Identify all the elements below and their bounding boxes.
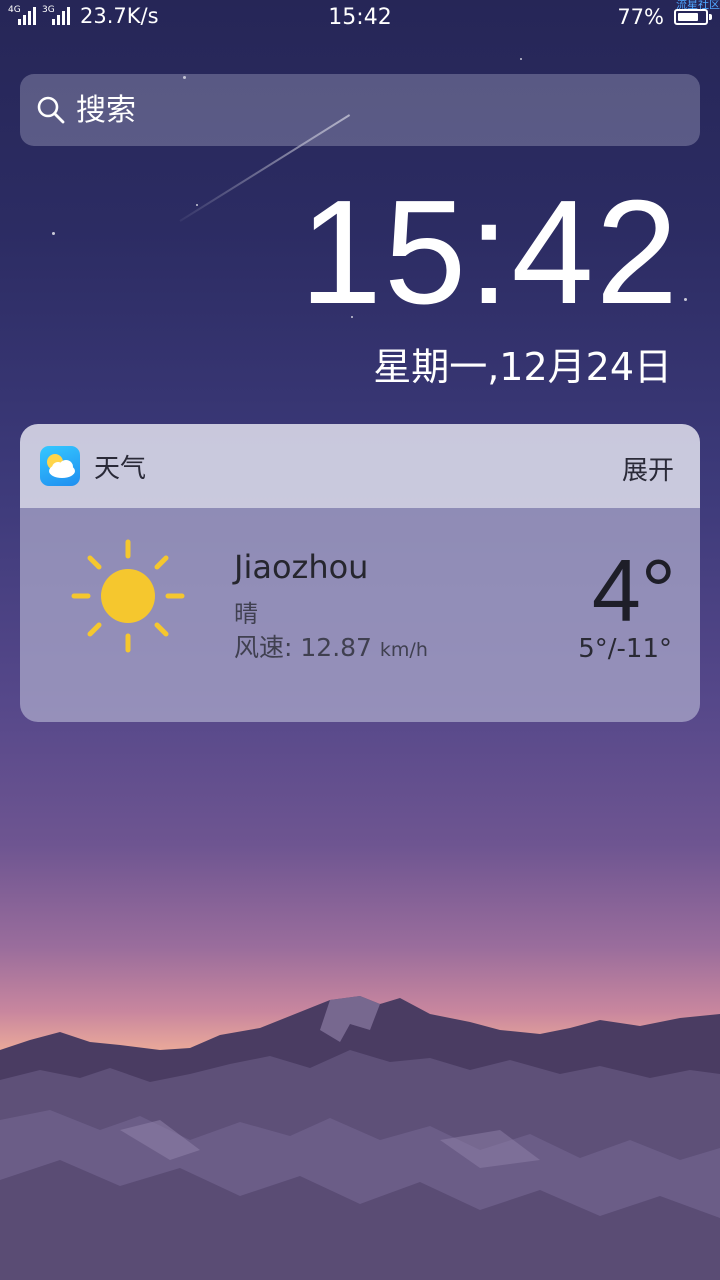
clock-date: 星期一,12月24日 [373, 345, 672, 389]
search-icon [37, 96, 65, 124]
wind-value: 12.87 [300, 633, 372, 662]
star [520, 58, 522, 60]
watermark: 流星社区 [676, 0, 720, 11]
search-input[interactable] [76, 92, 636, 128]
weather-widget[interactable]: 天气 展开 Jiaozhou 晴 风速: 12.87 km/h 4° 5°/-1… [20, 424, 700, 722]
weather-condition: 晴 [234, 600, 258, 628]
clock-time: 15:42 [299, 170, 680, 335]
weather-widget-body: Jiaozhou 晴 风速: 12.87 km/h 4° 5°/-11° [20, 508, 700, 722]
weather-city: Jiaozhou [234, 548, 369, 586]
weather-temperature: 4° [591, 541, 676, 640]
search-bar[interactable] [20, 74, 700, 146]
wind-unit: km/h [379, 639, 428, 661]
battery-percent: 77% [617, 5, 664, 29]
status-bar: 4G 3G 23.7K/s 15:42 77% 流星社区 [0, 0, 720, 38]
mountain-wallpaper [0, 996, 720, 1280]
star [52, 232, 55, 235]
wind-label: 风速: [234, 633, 293, 662]
star [684, 298, 687, 301]
star [196, 204, 198, 206]
sunny-icon [71, 539, 185, 653]
weather-wind: 风速: 12.87 km/h [234, 628, 428, 664]
expand-button[interactable]: 展开 [622, 450, 674, 487]
weather-range: 5°/-11° [578, 634, 672, 664]
lock-screen: 4G 3G 23.7K/s 15:42 77% 流星社区 15:42 星期一,1… [0, 0, 720, 1280]
status-time: 15:42 [328, 5, 392, 30]
weather-app-icon [40, 446, 80, 486]
weather-widget-header: 天气 展开 [20, 424, 700, 508]
weather-app-name: 天气 [94, 453, 147, 484]
